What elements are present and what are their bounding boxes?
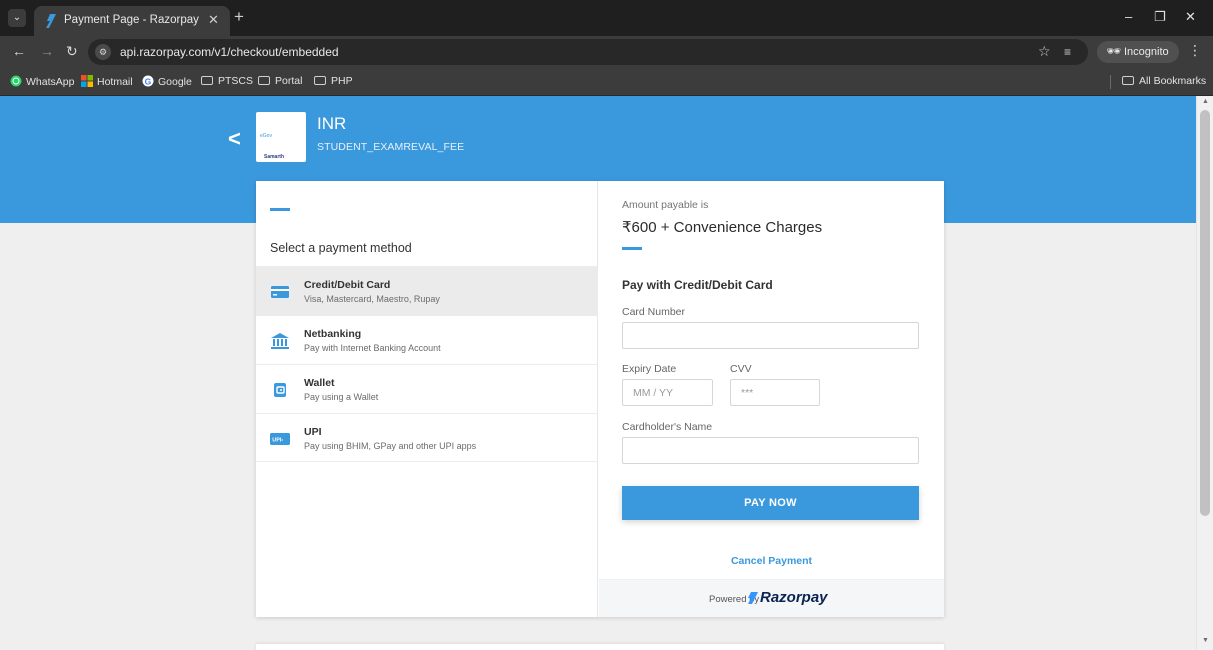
accent-dash [270,208,290,211]
forward-icon[interactable]: → [40,43,54,59]
reading-list-icon[interactable]: ≡ [1064,45,1071,59]
payment-methods-pane: Select a payment method Credit/Debit Car… [256,181,598,617]
bookmark-folder-php[interactable]: PHP [314,75,353,89]
cancel-payment-link[interactable]: Cancel Payment [599,555,944,567]
bookmark-hotmail[interactable]: Hotmail [81,75,133,89]
accent-dash [622,247,642,250]
expiry-input[interactable] [622,379,713,406]
browser-tab-bar: ⌄ Payment Page - Razorpay ✕ + – ❐ ✕ [0,0,1213,36]
wallet-icon [274,383,286,397]
url-text[interactable]: api.razorpay.com/v1/checkout/embedded [120,45,339,59]
restore-icon[interactable]: ❐ [1154,9,1166,25]
scroll-down-icon[interactable]: ▼ [1202,637,1209,644]
incognito-badge[interactable]: 🕶 Incognito [1097,41,1179,63]
pay-now-button[interactable]: PAY NOW [622,486,919,520]
amount-label: Amount payable is [622,199,709,211]
form-title: Pay with Credit/Debit Card [622,278,773,292]
cvv-label: CVV [730,363,752,375]
checkout-card: Select a payment method Credit/Debit Car… [256,181,944,617]
browser-tab-active[interactable]: Payment Page - Razorpay ✕ [34,6,230,36]
method-upi[interactable]: UPI› UPI Pay using BHIM, GPay and other … [256,413,598,462]
svg-text:G: G [145,76,152,86]
reload-icon[interactable]: ↻ [66,43,78,60]
svg-text:UPI›: UPI› [272,437,283,443]
incognito-icon: 🕶 [1106,44,1122,58]
folder-icon [1122,76,1134,85]
card-icon [271,286,289,298]
back-icon[interactable]: ← [12,43,26,59]
cardholder-name-label: Cardholder's Name [622,421,713,433]
close-window-icon[interactable]: ✕ [1185,9,1196,25]
folder-icon [201,76,213,85]
bookmark-whatsapp[interactable]: WhatsApp [10,75,74,89]
method-subtitle: Pay with Internet Banking Account [304,343,441,353]
tab-title: Payment Page - Razorpay [64,14,199,26]
methods-heading: Select a payment method [270,241,412,255]
method-wallet[interactable]: Wallet Pay using a Wallet [256,364,598,413]
folder-icon [314,76,326,85]
bookmark-folder-ptscs[interactable]: PTSCS [201,75,253,89]
expiry-label: Expiry Date [622,363,677,375]
razorpay-favicon-icon [46,14,56,28]
tab-close-icon[interactable]: ✕ [208,12,219,28]
method-subtitle: Visa, Mastercard, Maestro, Rupay [304,294,440,304]
browser-toolbar: ← → ↻ ⚙ api.razorpay.com/v1/checkout/emb… [0,36,1213,68]
page-scrollbar[interactable]: ▲ ▼ [1196,96,1213,650]
card-number-label: Card Number [622,306,686,318]
new-tab-button[interactable]: + [234,8,244,26]
razorpay-logo: Razorpay [745,589,828,606]
razorpay-logo-icon [748,592,758,604]
method-subtitle: Pay using BHIM, GPay and other UPI apps [304,441,477,451]
merchant-logo: Samarth eGov [256,112,306,162]
bookmarks-bar: WhatsApp Hotmail G Google PTSCS Portal PH… [0,68,1213,96]
upi-icon: UPI› [270,433,290,445]
merchant-description: STUDENT_EXAMREVAL_FEE [317,141,465,153]
back-chevron-icon[interactable]: < [228,126,241,152]
minimize-icon[interactable]: – [1125,9,1132,24]
scroll-up-icon[interactable]: ▲ [1202,98,1209,105]
bookmarks-separator [1110,75,1111,89]
method-title: Netbanking [304,328,362,340]
microsoft-icon [81,75,93,87]
method-title: Wallet [304,377,335,389]
tab-search-chevron-icon[interactable]: ⌄ [8,9,26,27]
method-netbanking[interactable]: Netbanking Pay with Internet Banking Acc… [256,315,598,364]
bookmark-google[interactable]: G Google [142,75,192,89]
google-icon: G [142,75,154,87]
method-title: Credit/Debit Card [304,279,391,291]
bank-icon [271,333,289,349]
browser-menu-icon[interactable]: ⋮ [1188,42,1202,59]
bookmark-star-icon[interactable]: ☆ [1038,43,1051,60]
method-subtitle: Pay using a Wallet [304,392,379,402]
cardholder-name-input[interactable] [622,437,919,464]
scrollbar-thumb[interactable] [1200,110,1210,516]
method-card[interactable]: Credit/Debit Card Visa, Mastercard, Maes… [256,266,598,315]
card-number-input[interactable] [622,322,919,349]
card-payment-pane: Amount payable is ₹600 + Convenience Cha… [599,181,944,617]
all-bookmarks-button[interactable]: All Bookmarks [1122,75,1206,89]
merchant-name: INR [317,114,347,133]
address-bar[interactable]: ⚙ api.razorpay.com/v1/checkout/embedded … [88,39,1088,65]
folder-icon [258,76,270,85]
cvv-input[interactable] [730,379,820,406]
site-info-icon[interactable]: ⚙ [95,44,111,60]
powered-by-footer: Powered by Razorpay [599,579,944,617]
checkout-page: < Samarth eGov INR STUDENT_EXAMREVAL_FEE … [0,96,1213,650]
secondary-card-edge [256,644,944,650]
method-title: UPI [304,426,322,438]
whatsapp-icon [10,75,22,87]
amount-value: ₹600 + Convenience Charges [622,219,823,236]
bookmark-folder-portal[interactable]: Portal [258,75,302,89]
incognito-label: Incognito [1124,46,1169,58]
